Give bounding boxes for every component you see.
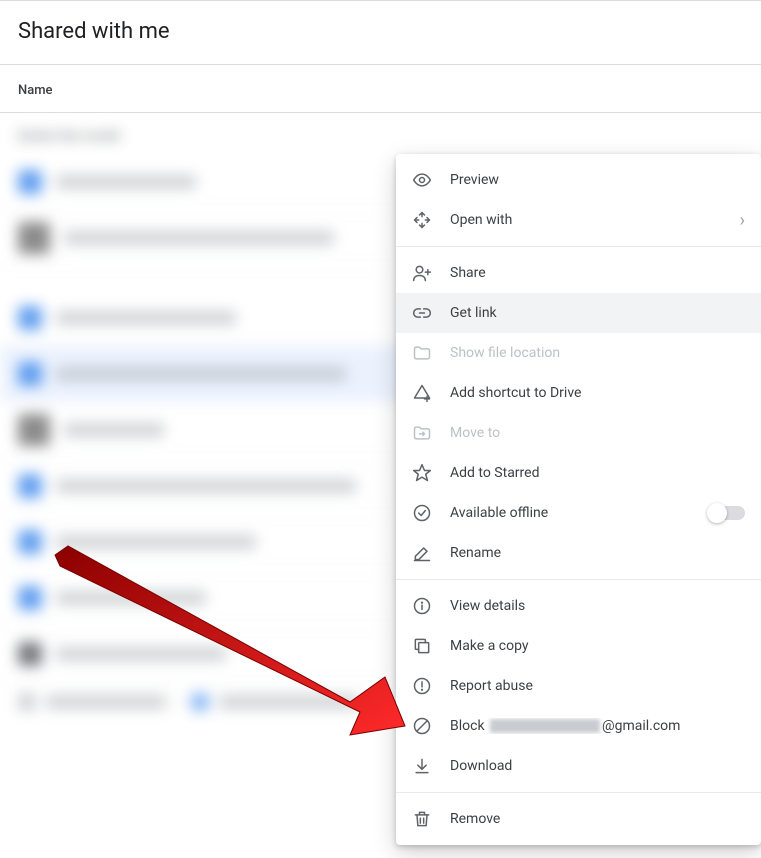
menu-label: Add shortcut to Drive — [450, 385, 745, 401]
trash-icon — [412, 809, 432, 829]
menu-label: Get link — [450, 305, 745, 321]
menu-label: Block @gmail.com — [450, 718, 745, 734]
link-icon — [412, 303, 432, 323]
menu-divider — [396, 579, 761, 580]
menu-block-user[interactable]: Block @gmail.com — [396, 706, 761, 746]
redacted-email — [490, 719, 600, 733]
menu-remove[interactable]: Remove — [396, 799, 761, 839]
folder-icon — [412, 343, 432, 363]
offline-toggle[interactable] — [709, 506, 745, 520]
menu-share[interactable]: Share — [396, 253, 761, 293]
menu-label: Report abuse — [450, 678, 745, 694]
open-with-icon — [412, 210, 432, 230]
block-icon — [412, 716, 432, 736]
menu-label: Make a copy — [450, 638, 745, 654]
context-menu: Preview Open with › Share Get link Show … — [396, 154, 761, 845]
star-icon — [412, 463, 432, 483]
drive-add-icon — [412, 383, 432, 403]
menu-label: Rename — [450, 545, 745, 561]
pencil-icon — [412, 543, 432, 563]
menu-divider — [396, 792, 761, 793]
menu-label: Available offline — [450, 505, 691, 521]
columns-header: Name — [0, 65, 761, 113]
menu-rename[interactable]: Rename — [396, 533, 761, 573]
menu-open-with[interactable]: Open with › — [396, 200, 761, 240]
menu-label: View details — [450, 598, 745, 614]
menu-available-offline[interactable]: Available offline — [396, 493, 761, 533]
menu-report-abuse[interactable]: Report abuse — [396, 666, 761, 706]
offline-icon — [412, 503, 432, 523]
eye-icon — [412, 170, 432, 190]
menu-get-link[interactable]: Get link — [396, 293, 761, 333]
menu-add-shortcut[interactable]: Add shortcut to Drive — [396, 373, 761, 413]
menu-label: Remove — [450, 811, 745, 827]
menu-label: Show file location — [450, 345, 745, 361]
menu-label: Move to — [450, 425, 745, 441]
menu-make-copy[interactable]: Make a copy — [396, 626, 761, 666]
copy-icon — [412, 636, 432, 656]
menu-preview[interactable]: Preview — [396, 160, 761, 200]
menu-download[interactable]: Download — [396, 746, 761, 786]
info-icon — [412, 596, 432, 616]
chevron-right-icon: › — [730, 210, 745, 231]
menu-label: Add to Starred — [450, 465, 745, 481]
column-name: Name — [18, 83, 53, 98]
menu-label: Preview — [450, 172, 745, 188]
menu-add-starred[interactable]: Add to Starred — [396, 453, 761, 493]
alert-icon — [412, 676, 432, 696]
menu-move-to: Move to — [396, 413, 761, 453]
person-add-icon — [412, 263, 432, 283]
download-icon — [412, 756, 432, 776]
menu-divider — [396, 246, 761, 247]
menu-show-file-location: Show file location — [396, 333, 761, 373]
folder-move-icon — [412, 423, 432, 443]
page-title: Shared with me — [0, 1, 761, 65]
menu-label: Download — [450, 758, 745, 774]
menu-view-details[interactable]: View details — [396, 586, 761, 626]
menu-label: Share — [450, 265, 745, 281]
menu-label: Open with — [450, 212, 712, 228]
